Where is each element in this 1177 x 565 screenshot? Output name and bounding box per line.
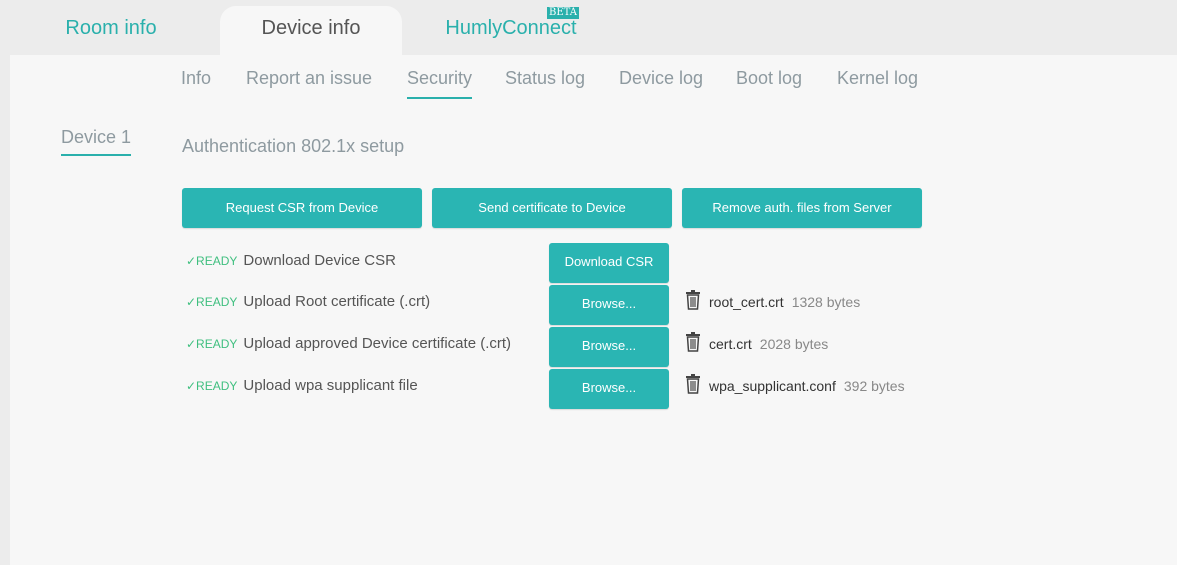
download-csr-button[interactable]: Download CSR (549, 243, 669, 283)
subnav-device-log[interactable]: Device log (619, 67, 703, 97)
subnav-kernel-log[interactable]: Kernel log (837, 67, 918, 97)
subnav-boot-log[interactable]: Boot log (736, 67, 802, 97)
file-size: 1328 bytes (791, 294, 861, 311)
file-size: 2028 bytes (759, 336, 829, 353)
status-row: ✓READY Upload approved Device certificate… (186, 335, 511, 355)
browse-root-cert-button[interactable]: Browse... (549, 285, 669, 325)
row-label: Upload approved Device certificate (.crt… (243, 335, 512, 352)
uploaded-file: root_cert.crt 1328 bytes (685, 290, 861, 316)
status-row: ✓READY Download Device CSR (186, 252, 396, 272)
row-label: Download Device CSR (243, 252, 396, 269)
device-selector[interactable]: Device 1 (61, 127, 132, 156)
tab-humly-connect-label: HumlyConnect (445, 17, 577, 39)
status-row: ✓READY Upload Root certificate (.crt) (186, 293, 430, 313)
file-name: cert.crt (709, 336, 752, 353)
row-label: Upload Root certificate (.crt) (243, 293, 431, 310)
trash-icon[interactable] (685, 290, 701, 313)
remove-auth-files-button[interactable]: Remove auth. files from Server (682, 188, 922, 228)
request-csr-button[interactable]: Request CSR from Device (182, 188, 422, 228)
device-info-panel: Info Report an issue Security Status log… (10, 55, 1177, 565)
tab-device-info[interactable]: Device info (220, 6, 402, 55)
browse-wpa-supplicant-button[interactable]: Browse... (549, 369, 669, 409)
ready-status: ✓READY (186, 379, 238, 393)
row-label: Upload wpa supplicant file (243, 377, 418, 394)
subnav-security[interactable]: Security (407, 67, 473, 99)
beta-badge: BETA (547, 7, 579, 19)
ready-status: ✓READY (186, 295, 238, 309)
subnav-info[interactable]: Info (181, 67, 211, 97)
subnav-status-log[interactable]: Status log (505, 67, 585, 97)
uploaded-file: cert.crt 2028 bytes (685, 332, 829, 358)
top-tab-bar: Room info Device info HumlyConnect BETA (0, 0, 1177, 55)
status-row: ✓READY Upload wpa supplicant file (186, 377, 418, 397)
subnav-report-issue[interactable]: Report an issue (246, 67, 372, 97)
uploaded-file: wpa_supplicant.conf 392 bytes (685, 374, 905, 400)
send-certificate-button[interactable]: Send certificate to Device (432, 188, 672, 228)
ready-status: ✓READY (186, 337, 238, 351)
tab-room-info[interactable]: Room info (40, 6, 182, 55)
file-size: 392 bytes (843, 378, 905, 395)
tab-humly-connect[interactable]: HumlyConnect BETA (420, 6, 602, 55)
trash-icon[interactable] (685, 332, 701, 355)
trash-icon[interactable] (685, 374, 701, 397)
section-title: Authentication 802.1x setup (182, 136, 405, 156)
file-name: wpa_supplicant.conf (709, 378, 836, 395)
file-name: root_cert.crt (709, 294, 784, 311)
browse-device-cert-button[interactable]: Browse... (549, 327, 669, 367)
ready-status: ✓READY (186, 254, 238, 268)
